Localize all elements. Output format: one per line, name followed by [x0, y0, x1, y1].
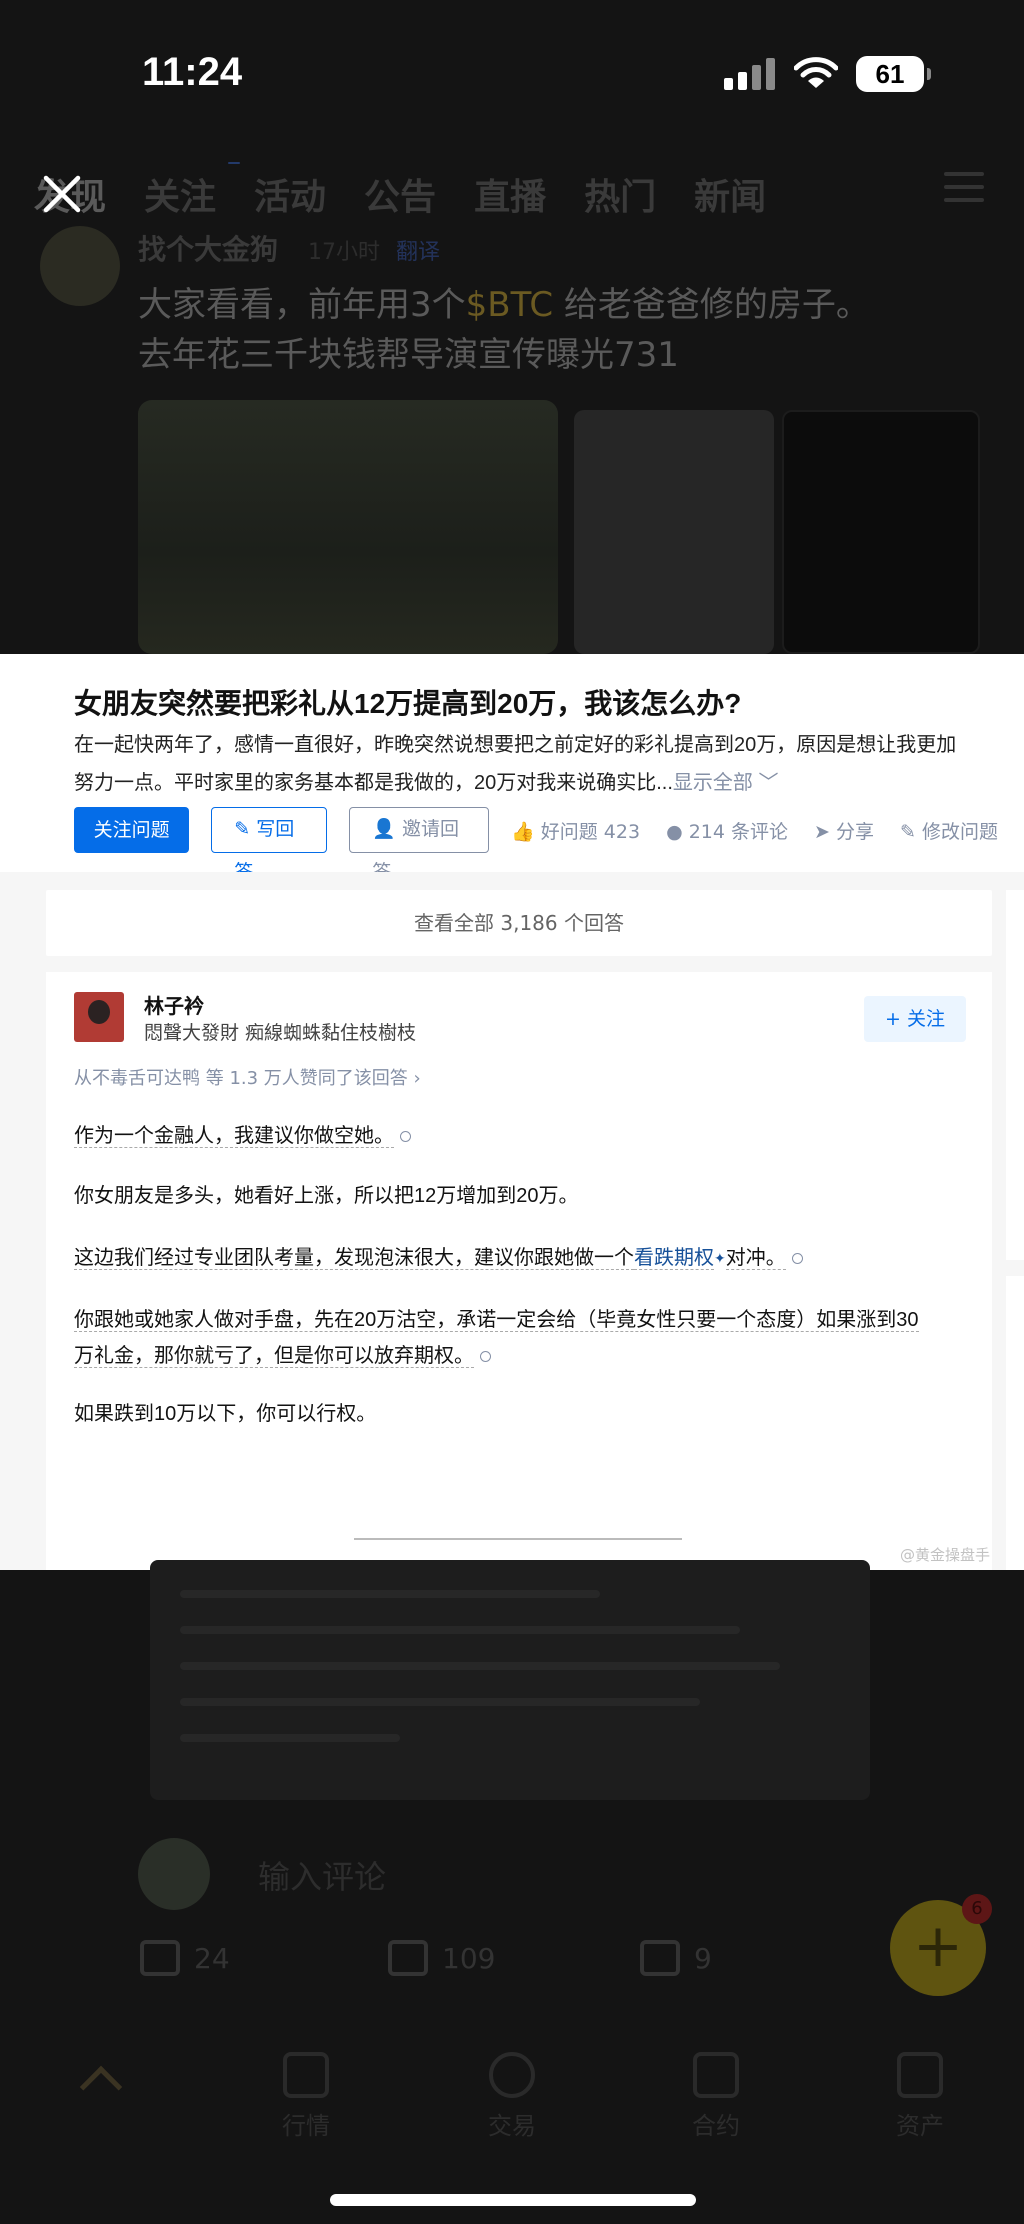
thumbs-up-icon: 👍: [511, 820, 535, 843]
bg-tab-events: 活动: [254, 177, 327, 218]
chevron-up-icon: [79, 2065, 123, 2109]
bg-like-count: 109: [388, 1940, 495, 1976]
bg-tab-following: 关注: [144, 162, 241, 220]
exchange-icon: [489, 2052, 535, 2098]
bg-post-translate: 翻译: [396, 240, 441, 265]
bg-repost-preview: [150, 1560, 870, 1800]
bg-nav-assets: 资产: [850, 2052, 990, 2141]
wifi-icon: [794, 57, 838, 88]
answer-author-bio: 悶聲大發財 痴線蜘蛛黏住枝樹枝: [144, 1022, 417, 1044]
bg-comment-count: 24: [140, 1940, 230, 1976]
answer-paragraph-4: 你跟她或她家人做对手盘，先在20万沽空，承诺一定会给（毕竟女性只要一个态度）如果…: [74, 1309, 919, 1368]
answer-paragraph-2: 你女朋友是多头，她看好上涨，所以把12万增加到20万。: [74, 1185, 579, 1207]
close-icon[interactable]: [42, 174, 82, 214]
bg-post-image-house: [138, 400, 558, 654]
bg-post-avatar: [40, 226, 120, 306]
good-question-button[interactable]: 👍 好问题 423: [511, 817, 640, 844]
bg-post-text: 大家看看，前年用3个$BTC 给老爸爸修的房子。 去年花三千块钱帮导演宣传曝光7…: [138, 285, 870, 375]
home-indicator[interactable]: [330, 2194, 696, 2206]
side-card-edge: [1006, 1276, 1024, 1570]
question-action-row: 关注问题 ✎ 写回答 👤 邀请回答 👍 好问题 423 ● 214 条评论 ➤ …: [74, 806, 1024, 883]
view-all-answers-button[interactable]: 查看全部 3,186 个回答: [46, 890, 992, 956]
battery-indicator: 61: [856, 56, 931, 92]
bg-tab-news: 新闻: [694, 177, 767, 218]
share-button[interactable]: ➤ 分享: [814, 817, 874, 844]
document-icon: [693, 2052, 739, 2098]
answer-paragraph-5: 如果跌到10万以下，你可以行权。: [74, 1403, 377, 1425]
bg-post-image-phone: [782, 410, 980, 654]
endorsement-line[interactable]: 从不毒舌可达鸭 等 1.3 万人赞同了该回答 ›: [74, 1064, 421, 1090]
bg-post-username: 找个大金狗: [138, 233, 279, 266]
annotation-icon: [480, 1351, 491, 1363]
write-answer-button[interactable]: ✎ 写回答: [211, 807, 328, 883]
answer-author-name[interactable]: 林子衿: [144, 990, 204, 1019]
bg-nav-contract: 合约: [646, 2052, 786, 2141]
wallet-icon: [897, 2052, 943, 2098]
bg-nav-market: 行情: [236, 2052, 376, 2141]
bg-comment-input: 输入评论: [258, 1858, 387, 1896]
question-description: 在一起快两年了，感情一直很好，昨晚突然说想要把之前定好的彩礼提高到20万，原因是…: [74, 734, 957, 794]
comment-icon: ●: [666, 820, 683, 843]
answer-paragraph-3: 这边我们经过专业团队考量，发现泡沫很大，建议你跟她做一个看跌期权✦对冲。: [74, 1240, 974, 1276]
cellular-signal-icon: [724, 58, 778, 90]
status-time: 11:24: [142, 50, 243, 94]
invite-answer-button[interactable]: 👤 邀请回答: [349, 807, 490, 883]
bg-post-time: 17小时: [308, 240, 380, 265]
pencil-icon: ✎: [900, 820, 916, 843]
bg-post-image-screenshot: [574, 410, 774, 654]
bg-tab-live: 直播: [474, 177, 547, 218]
edit-question-button[interactable]: ✎ 修改问题: [900, 817, 998, 844]
annotation-icon: [400, 1131, 411, 1143]
bg-comment-avatar: [138, 1838, 210, 1910]
put-option-link[interactable]: 看跌期权: [634, 1247, 714, 1270]
answer-paragraph-1: 作为一个金融人，我建议你做空她。: [74, 1118, 974, 1154]
bg-tab-announcements: 公告: [364, 177, 437, 218]
share-icon: ➤: [814, 820, 830, 843]
annotation-icon: [791, 1253, 803, 1265]
bg-tab-hot: 热门: [584, 177, 657, 218]
bg-fab-badge: 6: [962, 1894, 992, 1924]
repost-icon: [640, 1940, 680, 1976]
side-card-edge: [1006, 890, 1024, 1260]
comment-icon: [140, 1940, 180, 1976]
watermark: @黄金操盘手: [900, 1546, 991, 1564]
thumbs-up-icon: [388, 1940, 428, 1976]
chart-icon: [283, 2052, 329, 2098]
divider: [354, 1538, 682, 1540]
menu-icon: [944, 172, 984, 204]
question-title: 女朋友突然要把彩礼从12万提高到20万，我该怎么办?: [74, 688, 742, 719]
answer-author-avatar[interactable]: [74, 992, 124, 1042]
background-tab-bar: 发现 关注 活动 公告 直播 热门 新闻: [34, 162, 1024, 222]
follow-question-button[interactable]: 关注问题: [74, 807, 190, 853]
bg-nav-trade: 交易: [442, 2052, 582, 2141]
bg-repost-count: 9: [640, 1940, 712, 1976]
follow-author-button[interactable]: + 关注: [864, 996, 966, 1042]
comments-button[interactable]: ● 214 条评论: [666, 817, 788, 844]
show-all-link[interactable]: 显示全部 ﹀: [673, 772, 779, 794]
